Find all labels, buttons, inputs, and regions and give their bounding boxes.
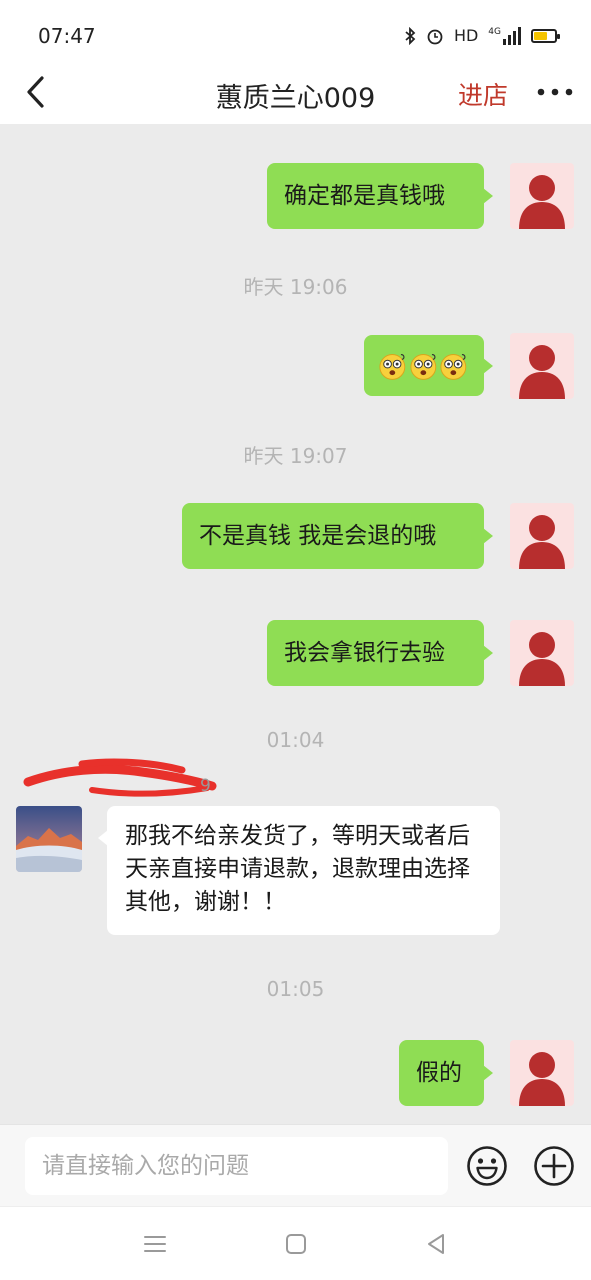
timestamp: 01:05 <box>266 977 325 1001</box>
user-avatar[interactable] <box>510 503 574 569</box>
plus-icon[interactable] <box>533 1145 575 1187</box>
input-bar <box>0 1124 591 1206</box>
redaction-scribble <box>23 758 217 797</box>
dizzy-face-emoji-icon <box>379 353 406 380</box>
incoming-message[interactable]: 那我不给亲发货了，等明天或者后天亲直接申请退款，退款理由选择其他，谢谢！！ <box>98 806 500 935</box>
menu-icon[interactable] <box>142 1231 168 1257</box>
sender-name: 9 <box>200 776 211 796</box>
nav-bar: 蕙质兰心009 进店 <box>0 62 591 124</box>
dizzy-face-emoji-icon <box>440 353 467 380</box>
emoji-icon[interactable] <box>466 1145 508 1187</box>
outgoing-message[interactable]: 我会拿银行去验 <box>267 620 493 686</box>
chat-area[interactable]: 确定都是真钱哦 昨天 19:06 昨天 19:07 不是真钱 我是会退的哦 我会… <box>0 124 591 1124</box>
status-bar: 07:47 HD 4G <box>0 0 591 62</box>
outgoing-message[interactable]: 不是真钱 我是会退的哦 <box>182 503 493 569</box>
timestamp: 昨天 19:06 <box>243 275 348 299</box>
timestamp: 01:04 <box>266 728 325 752</box>
network-type: HD <box>453 26 479 45</box>
user-avatar[interactable] <box>510 1040 574 1106</box>
signal-label: 4G <box>488 26 501 37</box>
outgoing-message[interactable] <box>364 335 493 396</box>
enter-store-link[interactable]: 进店 <box>458 76 508 112</box>
system-navigation-bar <box>0 1206 591 1280</box>
dizzy-face-emoji-icon <box>410 353 436 380</box>
user-avatar[interactable] <box>510 333 574 399</box>
home-icon[interactable] <box>283 1231 309 1257</box>
signal-icon: 4G <box>488 26 521 45</box>
status-icons: HD 4G <box>404 26 560 45</box>
timestamp: 昨天 19:07 <box>243 444 348 468</box>
outgoing-message[interactable]: 确定都是真钱哦 <box>267 163 493 229</box>
back-triangle-icon[interactable] <box>423 1231 449 1257</box>
contact-avatar[interactable] <box>16 806 82 872</box>
message-input[interactable] <box>25 1137 448 1195</box>
bluetooth-icon <box>405 26 416 45</box>
alarm-icon <box>427 29 443 44</box>
outgoing-message[interactable]: 假的 <box>399 1040 493 1106</box>
user-avatar[interactable] <box>510 163 574 229</box>
user-avatar[interactable] <box>510 620 574 686</box>
more-options-icon[interactable] <box>536 86 574 98</box>
battery-icon <box>531 28 560 43</box>
status-time: 07:47 <box>38 24 96 48</box>
